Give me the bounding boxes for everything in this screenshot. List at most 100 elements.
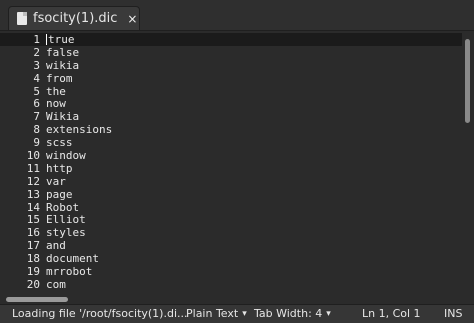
line-number: 6 [33, 97, 40, 111]
editor-line[interactable]: 10 window [0, 149, 464, 162]
tab-bar: fsocity(1).dic × [0, 0, 474, 31]
text-editor[interactable]: 1 true 2 false 3 wikia 4 from 5 the 6 now 7 Wikia 8 ext… [0, 31, 474, 295]
line-text-content: styles [46, 226, 86, 240]
line-text-content: mrrobot [46, 264, 93, 278]
line-number: 20 [26, 277, 40, 291]
line-number: 15 [26, 213, 40, 227]
editor-line[interactable]: 3 wikia [0, 59, 464, 72]
line-number: 2 [33, 45, 40, 59]
line-text-content: com [46, 277, 66, 291]
editor-line[interactable]: 19 mrrobot [0, 265, 464, 278]
editor-line[interactable]: 20 com [0, 278, 464, 291]
line-text[interactable]: var [44, 175, 66, 188]
line-text-content: and [46, 239, 66, 253]
tab-width-selector[interactable]: Tab Width: 4 ▾ [254, 307, 331, 320]
line-text-content: false [46, 45, 80, 59]
line-text[interactable]: wikia [44, 59, 79, 72]
text-cursor [46, 34, 47, 46]
editor-line[interactable]: 1 true [0, 33, 464, 46]
editor-lines[interactable]: 1 true 2 false 3 wikia 4 from 5 the 6 now 7 Wikia 8 ext… [0, 33, 464, 291]
tab-width-label: Tab Width: 4 [254, 307, 323, 320]
line-text[interactable]: Robot [44, 201, 79, 214]
line-number: 7 [33, 110, 40, 124]
line-text[interactable]: from [44, 72, 73, 85]
line-text[interactable]: scss [44, 136, 73, 149]
line-text-content: Robot [46, 200, 80, 214]
horizontal-scrollbar[interactable] [0, 295, 474, 304]
tab-fsocity-dic[interactable]: fsocity(1).dic × [8, 6, 140, 30]
line-text-content: true [48, 32, 75, 46]
vertical-scrollbar-thumb[interactable] [465, 39, 470, 123]
line-text[interactable]: true [44, 33, 75, 46]
line-number: 3 [33, 58, 40, 72]
line-text[interactable]: and [44, 239, 66, 252]
line-text[interactable]: styles [44, 226, 86, 239]
line-text-content: window [46, 148, 86, 162]
editor-line[interactable]: 7 Wikia [0, 110, 464, 123]
tab-label: fsocity(1).dic [33, 11, 118, 26]
editor-line[interactable]: 4 from [0, 72, 464, 85]
vertical-scrollbar[interactable] [462, 31, 474, 295]
line-number: 16 [26, 226, 40, 240]
line-text[interactable]: extensions [44, 123, 112, 136]
line-number: 10 [26, 148, 40, 162]
line-text[interactable]: Elliot [44, 213, 86, 226]
line-text[interactable]: document [44, 252, 99, 265]
editor-line[interactable]: 9 scss [0, 136, 464, 149]
line-text[interactable]: window [44, 149, 86, 162]
insert-mode: INS [444, 307, 462, 320]
editor-line[interactable]: 8 extensions [0, 123, 464, 136]
editor-line[interactable]: 14 Robot [0, 201, 464, 214]
line-number: 14 [26, 200, 40, 214]
line-text[interactable]: page [44, 188, 73, 201]
line-text-content: Elliot [46, 213, 86, 227]
editor-line[interactable]: 5 the [0, 85, 464, 98]
line-text-content: page [46, 187, 73, 201]
editor-line[interactable]: 2 false [0, 46, 464, 59]
file-icon [17, 12, 27, 25]
close-icon[interactable]: × [127, 13, 137, 25]
cursor-position: Ln 1, Col 1 [362, 307, 421, 320]
line-text-content: the [46, 84, 66, 98]
line-text-content: Wikia [46, 110, 80, 124]
line-number: 1 [33, 32, 40, 46]
status-message: Loading file '/root/fsocity(1).di... [12, 307, 188, 320]
editor-line[interactable]: 16 styles [0, 226, 464, 239]
line-number: 19 [26, 264, 40, 278]
line-text-content: now [46, 97, 66, 111]
line-text-content: scss [46, 136, 73, 150]
chevron-down-icon: ▾ [326, 308, 331, 319]
horizontal-scrollbar-thumb[interactable] [6, 297, 68, 302]
line-number: 9 [33, 136, 40, 150]
line-number: 8 [33, 123, 40, 137]
language-selector[interactable]: Plain Text ▾ [186, 307, 247, 320]
line-text[interactable]: http [44, 162, 73, 175]
status-bar: Loading file '/root/fsocity(1).di... Pla… [0, 304, 474, 323]
line-text-content: wikia [46, 58, 80, 72]
line-text[interactable]: mrrobot [44, 265, 92, 278]
editor-line[interactable]: 15 Elliot [0, 213, 464, 226]
line-text-content: extensions [46, 123, 113, 137]
line-text[interactable]: com [44, 278, 66, 291]
editor-line[interactable]: 12 var [0, 175, 464, 188]
editor-line[interactable]: 17 and [0, 239, 464, 252]
line-number: 18 [26, 252, 40, 266]
line-text-content: document [46, 252, 99, 266]
editor-line[interactable]: 6 now [0, 97, 464, 110]
editor-line[interactable]: 11 http [0, 162, 464, 175]
line-text[interactable]: the [44, 85, 66, 98]
line-text[interactable]: now [44, 97, 66, 110]
line-text-content: from [46, 71, 73, 85]
line-number: 4 [33, 71, 40, 85]
line-text[interactable]: Wikia [44, 110, 79, 123]
line-number: 13 [26, 187, 40, 201]
line-number: 5 [33, 84, 40, 98]
editor-line[interactable]: 13 page [0, 188, 464, 201]
line-number: 12 [26, 174, 40, 188]
insert-mode-label: INS [444, 307, 463, 320]
chevron-down-icon: ▾ [242, 308, 247, 319]
editor-line[interactable]: 18 document [0, 252, 464, 265]
language-label: Plain Text [186, 307, 239, 320]
line-number: 17 [26, 239, 40, 253]
line-text[interactable]: false [44, 46, 79, 59]
